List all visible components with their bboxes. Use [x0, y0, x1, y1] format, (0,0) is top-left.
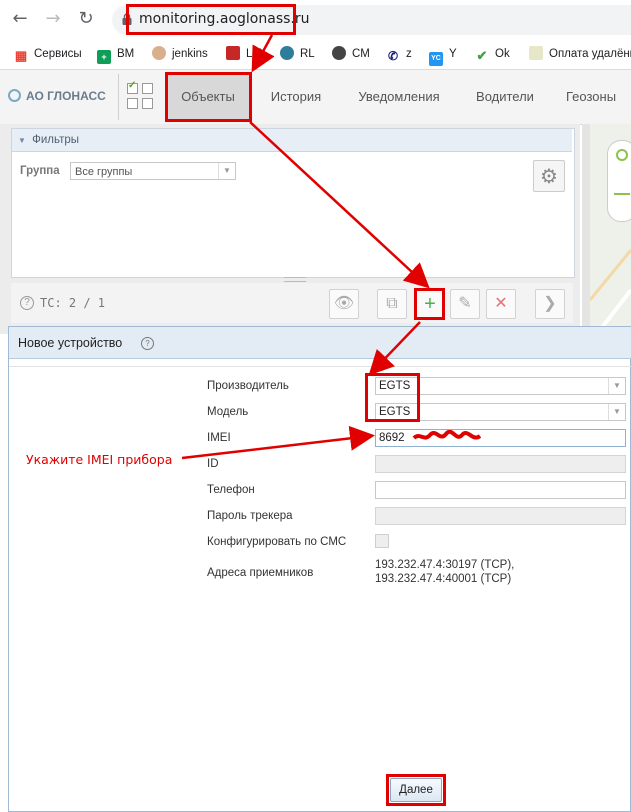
bookmark-y[interactable]: YC Y	[429, 46, 457, 66]
globe-icon	[280, 46, 294, 60]
chevron-right-icon: ❯	[543, 295, 557, 312]
check-icon: ✔	[475, 48, 489, 63]
jenkins-icon	[152, 46, 166, 60]
receiver-address-line: 193.232.47.4:40001 (TCP)	[375, 573, 512, 585]
close-icon: ✕	[494, 295, 508, 312]
bookmark-label: LM	[246, 48, 262, 60]
bookmark-cm[interactable]: CM	[332, 46, 370, 62]
reload-icon[interactable]: ↻	[76, 9, 96, 29]
map-zoom-control[interactable]	[607, 140, 631, 222]
header-divider	[118, 74, 119, 120]
group-select[interactable]: Все группы ▼	[70, 162, 236, 180]
group-label: Группа	[20, 165, 60, 177]
bookmark-label: BM	[117, 48, 135, 60]
tracker-password-input	[375, 507, 626, 525]
new-device-dialog	[8, 326, 631, 812]
group-select-value: Все группы	[75, 166, 133, 178]
edit-button[interactable]: ✎	[450, 289, 480, 319]
tc-count: ТС: 2 / 1	[40, 296, 106, 310]
imei-label: IMEI	[207, 432, 231, 444]
filters-title: Фильтры	[32, 134, 80, 146]
leaf-icon	[529, 46, 543, 60]
collapse-arrow-icon: ▼	[18, 136, 26, 145]
zoom-out-icon[interactable]	[614, 193, 630, 195]
forward-icon[interactable]: →	[43, 9, 63, 29]
tab-history[interactable]: История	[252, 72, 340, 122]
bookmark-jenkins[interactable]: jenkins	[152, 46, 208, 62]
manufacturer-label: Производитель	[207, 380, 289, 392]
bookmark-payment[interactable]: Оплата удалённ	[529, 46, 631, 62]
receiver-label: Адреса приемников	[207, 567, 314, 579]
bookmark-label: Y	[449, 48, 457, 60]
bookmark-label: Сервисы	[34, 48, 82, 60]
annotation-add-box	[414, 288, 445, 320]
chevron-down-icon: ▼	[608, 404, 625, 420]
annotation-url-box	[126, 4, 296, 35]
book-icon	[226, 46, 240, 60]
pencil-icon: ✎	[458, 295, 472, 312]
yc-icon: YC	[429, 52, 443, 66]
next-page-button[interactable]: ❯	[535, 289, 565, 319]
bookmark-lm[interactable]: LM	[226, 46, 262, 62]
sms-config-checkbox[interactable]	[375, 534, 389, 548]
green-plus-icon: +	[97, 50, 111, 64]
imei-hint-text: Укажите IMEI прибора	[26, 452, 173, 467]
bookmark-label: Ok	[495, 48, 510, 60]
receiver-address-line: 193.232.47.4:30197 (TCP),	[375, 559, 515, 571]
globe-dark-icon	[332, 46, 346, 60]
filters-header[interactable]: ▼ Фильтры	[12, 129, 572, 152]
view-button[interactable]: 👁	[329, 289, 359, 319]
phone-input[interactable]	[375, 481, 626, 499]
help-icon[interactable]: ?	[141, 337, 154, 350]
chevron-down-icon: ▼	[218, 163, 235, 179]
copy-button[interactable]: ⧉	[377, 289, 407, 319]
delete-button[interactable]: ✕	[486, 289, 516, 319]
receiver-addresses: 193.232.47.4:30197 (TCP), 193.232.47.4:4…	[375, 558, 514, 586]
bookmark-label: CM	[352, 48, 370, 60]
gear-icon[interactable]: ⚙	[533, 160, 565, 192]
bookmark-z[interactable]: ✆ z	[386, 46, 412, 63]
chevron-down-icon: ▼	[608, 378, 625, 394]
phone-label: Телефон	[207, 484, 255, 496]
bookmark-ok[interactable]: ✔ Ok	[475, 46, 510, 63]
sms-config-label: Конфигурировать по СМС	[207, 536, 347, 548]
map-roads	[590, 249, 631, 330]
bookmark-services[interactable]: ▦ Сервисы	[14, 46, 82, 63]
annotation-next-box	[386, 774, 446, 806]
bookmark-rl[interactable]: RL	[280, 46, 315, 62]
help-icon[interactable]: ?	[20, 296, 34, 310]
tab-notifications[interactable]: Уведомления	[342, 72, 456, 122]
annotation-tab-box	[165, 72, 252, 122]
bookmark-label: jenkins	[172, 48, 208, 60]
bookmark-bm[interactable]: + BM	[97, 46, 135, 64]
locate-icon[interactable]	[616, 149, 628, 161]
logo-icon	[8, 89, 21, 102]
copy-icon: ⧉	[386, 295, 398, 312]
resize-handle[interactable]	[284, 277, 306, 282]
bookmark-label: RL	[300, 48, 315, 60]
bookmark-label: Оплата удалённ	[549, 48, 631, 60]
model-label: Модель	[207, 406, 249, 418]
tab-drivers[interactable]: Водители	[460, 72, 550, 122]
apps-grid-icon: ▦	[14, 48, 28, 63]
annotation-model-box	[365, 373, 420, 422]
imei-value: 8692	[379, 432, 405, 444]
id-label: ID	[207, 458, 219, 470]
redaction-scribble	[412, 430, 482, 440]
phone-icon: ✆	[386, 49, 400, 63]
back-icon[interactable]: ←	[10, 9, 30, 29]
bookmark-label: z	[406, 48, 412, 60]
eye-icon: 👁	[333, 295, 355, 312]
dialog-title: Новое устройство	[18, 336, 123, 350]
tracker-password-label: Пароль трекера	[207, 510, 293, 522]
dialog-divider	[9, 366, 631, 367]
splitter[interactable]	[582, 124, 590, 334]
id-input	[375, 455, 626, 473]
tab-geozones[interactable]: Геозоны	[556, 72, 631, 122]
logo-text: АО ГЛОНАСС	[26, 89, 106, 103]
app-logo: АО ГЛОНАСС	[8, 89, 106, 103]
